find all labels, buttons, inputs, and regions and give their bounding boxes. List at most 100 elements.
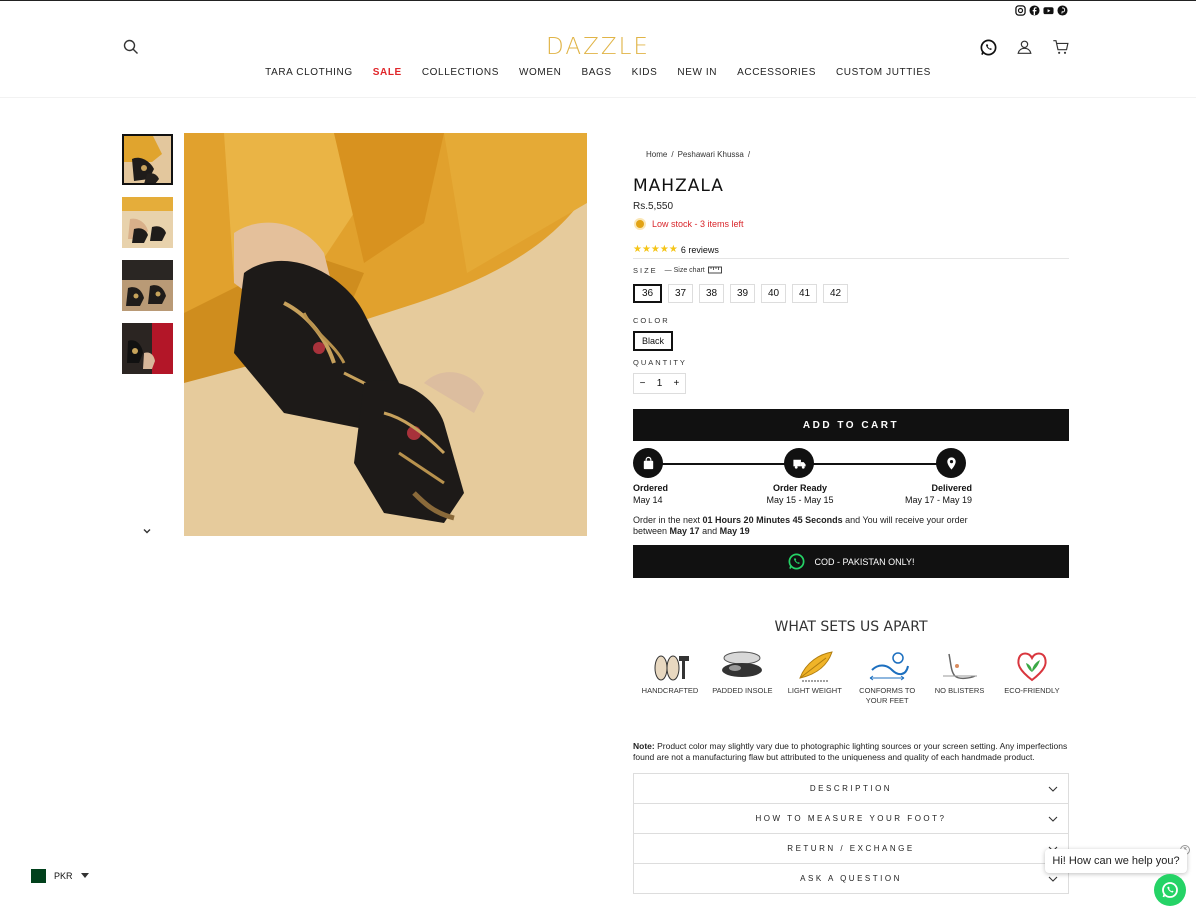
size-label: SIZE — [633, 265, 658, 275]
site-header: DAZZLE TARA CLOTHING SALE COLLECTIONS WO… — [0, 14, 1196, 98]
nav-collections[interactable]: COLLECTIONS — [422, 67, 499, 78]
size-options: 36 37 38 39 40 41 42 — [633, 284, 1069, 303]
ruler-icon — [707, 266, 722, 274]
youtube-icon[interactable] — [1043, 3, 1054, 15]
whatsapp-icon — [1162, 882, 1178, 898]
accordion-label: HOW TO MEASURE YOUR FOOT? — [755, 814, 947, 823]
eta-to: May 19 — [719, 526, 750, 536]
facebook-icon[interactable] — [1029, 3, 1040, 16]
nav-women[interactable]: WOMEN — [519, 67, 561, 78]
whatsapp-icon[interactable] — [979, 38, 998, 56]
feather-icon — [798, 651, 833, 682]
product-note: Note: Product color may slightly vary du… — [633, 741, 1069, 762]
qty-plus-button[interactable]: + — [674, 378, 680, 389]
size-header: SIZE — Size chart — [633, 265, 1069, 275]
star-rating-icon: ★★★★★ — [633, 244, 678, 255]
feature-label: ECO-FRIENDLY — [1004, 686, 1060, 695]
eta-countdown: 01 Hours 20 Minutes 45 Seconds — [702, 515, 843, 525]
feature-handcrafted: HANDCRAFTED — [639, 648, 701, 706]
step-date: May 15 - May 15 — [766, 495, 834, 505]
nav-sale[interactable]: SALE — [373, 67, 402, 78]
cod-text: COD - PAKISTAN ONLY! — [814, 556, 915, 567]
breadcrumb-home[interactable]: Home — [646, 150, 667, 159]
handcrafted-icon — [654, 655, 689, 681]
product-main-image[interactable] — [184, 133, 587, 536]
product-price: Rs.5,550 — [633, 201, 674, 212]
caret-down-icon — [80, 873, 89, 878]
whatsapp-icon — [789, 553, 805, 570]
social-links — [1015, 3, 1068, 16]
chevron-down-icon[interactable] — [141, 524, 153, 536]
foot-icon — [942, 653, 977, 680]
note-text: Product color may slightly vary due to p… — [633, 741, 1068, 762]
nav-custom-jutties[interactable]: CUSTOM JUTTIES — [836, 67, 931, 78]
account-icon[interactable] — [1015, 38, 1034, 56]
add-to-cart-button[interactable]: ADD TO CART — [633, 409, 1069, 441]
size-option-40[interactable]: 40 — [761, 284, 786, 303]
qty-value[interactable]: 1 — [657, 378, 663, 389]
step-label: Delivered — [931, 483, 972, 493]
nav-kids[interactable]: KIDS — [632, 67, 658, 78]
main-nav: TARA CLOTHING SALE COLLECTIONS WOMEN BAG… — [0, 67, 1196, 78]
product-accordion: DESCRIPTION HOW TO MEASURE YOUR FOOT? RE… — [633, 773, 1069, 894]
reviews-summary[interactable]: ★★★★★ 6 reviews — [633, 244, 1069, 259]
features-title: WHAT SETS US APART — [774, 619, 928, 635]
product-thumbnail[interactable] — [122, 323, 173, 374]
size-chart-label: — Size chart — [664, 266, 705, 274]
accordion-description[interactable]: DESCRIPTION — [633, 774, 1069, 804]
color-label: COLOR — [633, 316, 670, 325]
nav-accessories[interactable]: ACCESSORIES — [737, 67, 816, 78]
quantity-stepper: − 1 + — [633, 373, 686, 394]
step-label: Ordered — [633, 483, 669, 493]
padded-insole-icon — [722, 651, 763, 677]
step-date: May 14 — [633, 495, 663, 505]
nav-bags[interactable]: BAGS — [581, 67, 611, 78]
product-thumbnail[interactable] — [122, 260, 173, 311]
instagram-icon[interactable] — [1015, 3, 1026, 16]
accordion-label: DESCRIPTION — [809, 784, 893, 793]
pakistan-flag-icon — [26, 869, 46, 883]
qty-minus-button[interactable]: − — [640, 378, 646, 389]
cart-icon[interactable] — [1051, 38, 1070, 56]
accordion-label: RETURN / EXCHANGE — [787, 844, 915, 853]
cod-banner[interactable]: COD - PAKISTAN ONLY! — [633, 545, 1069, 578]
size-option-37[interactable]: 37 — [668, 284, 693, 303]
feature-label: NO BLISTERS — [934, 686, 985, 695]
delivery-timeline: Ordered May 14 Order Ready May 15 - May … — [633, 448, 1069, 510]
top-border — [0, 0, 1196, 1]
accordion-return-exchange[interactable]: RETURN / EXCHANGE — [633, 834, 1069, 864]
delivery-truck-icon — [784, 448, 814, 478]
breadcrumb: Home / Peshawari Khussa / — [646, 150, 1069, 159]
currency-code: PKR — [54, 871, 73, 881]
currency-selector[interactable]: PKR — [26, 869, 89, 883]
feature-light-weight: LIGHT WEIGHT — [784, 648, 846, 706]
chevron-down-icon — [1048, 874, 1058, 884]
size-chart-link[interactable]: — Size chart — [665, 265, 722, 275]
feature-no-blisters: NO BLISTERS — [929, 648, 991, 706]
pinterest-icon[interactable] — [1057, 3, 1068, 16]
accordion-ask-question[interactable]: ASK A QUESTION — [633, 864, 1069, 894]
product-thumbnail[interactable] — [122, 134, 173, 185]
chat-greeting[interactable]: Hi! How can we help you? — [1045, 849, 1187, 873]
size-option-38[interactable]: 38 — [699, 284, 724, 303]
timeline-step-ordered: Ordered May 14 — [633, 482, 668, 506]
chevron-down-icon — [1048, 814, 1058, 824]
eta-pre: Order in the next — [633, 515, 703, 525]
size-option-36[interactable]: 36 — [633, 284, 662, 303]
breadcrumb-sep: / — [671, 150, 674, 159]
size-option-42[interactable]: 42 — [823, 284, 848, 303]
product-thumbnail[interactable] — [122, 197, 173, 248]
accordion-measure-foot[interactable]: HOW TO MEASURE YOUR FOOT? — [633, 804, 1069, 834]
product-title: MAHZALA — [633, 176, 724, 196]
size-option-41[interactable]: 41 — [792, 284, 817, 303]
nav-new-in[interactable]: NEW IN — [677, 67, 717, 78]
eta-from: May 17 — [669, 526, 700, 536]
color-option-black[interactable]: Black — [633, 331, 673, 351]
size-option-39[interactable]: 39 — [730, 284, 755, 303]
nav-tara-clothing[interactable]: TARA CLOTHING — [265, 67, 353, 78]
whatsapp-chat-button[interactable] — [1154, 874, 1186, 906]
quantity-label: QUANTITY — [633, 358, 687, 367]
feature-label: CONFORMS TO YOUR FEET — [859, 686, 916, 705]
breadcrumb-category[interactable]: Peshawari Khussa — [678, 150, 744, 159]
stock-dot-icon — [636, 220, 644, 228]
